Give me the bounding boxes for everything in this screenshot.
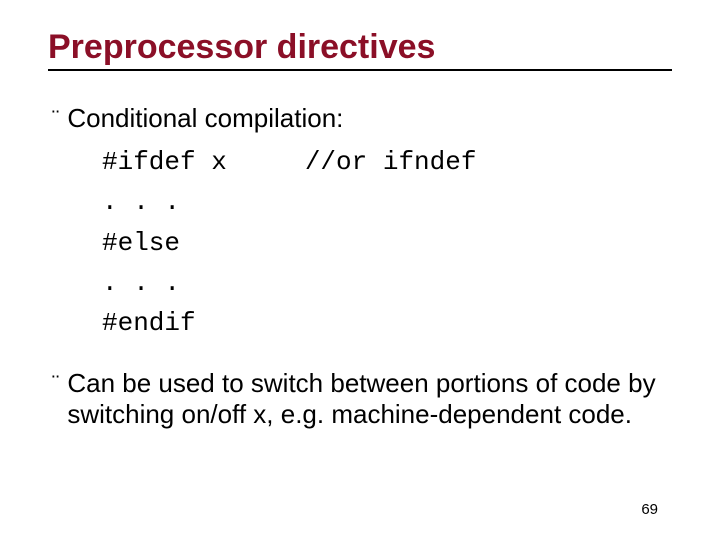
code-line: #else bbox=[102, 228, 180, 258]
bullet-icon: ¨ bbox=[52, 106, 59, 132]
code-block: #ifdef x //or ifndef . . . #else . . . #… bbox=[102, 142, 672, 343]
bullet-text: Conditional compilation: bbox=[67, 103, 343, 134]
code-line: #endif bbox=[102, 308, 196, 338]
code-line: . . . bbox=[102, 268, 180, 298]
code-line: . . . bbox=[102, 187, 180, 217]
bullet-icon: ¨ bbox=[52, 371, 59, 397]
bullet-usage: ¨ Can be used to switch between portions… bbox=[52, 368, 672, 430]
page-number: 69 bbox=[641, 501, 658, 518]
bullet-text: Can be used to switch between portions o… bbox=[67, 368, 672, 430]
bullet-conditional-compilation: ¨ Conditional compilation: bbox=[52, 103, 672, 134]
slide-title: Preprocessor directives bbox=[48, 28, 672, 71]
code-line: #ifdef x //or ifndef bbox=[102, 147, 476, 177]
